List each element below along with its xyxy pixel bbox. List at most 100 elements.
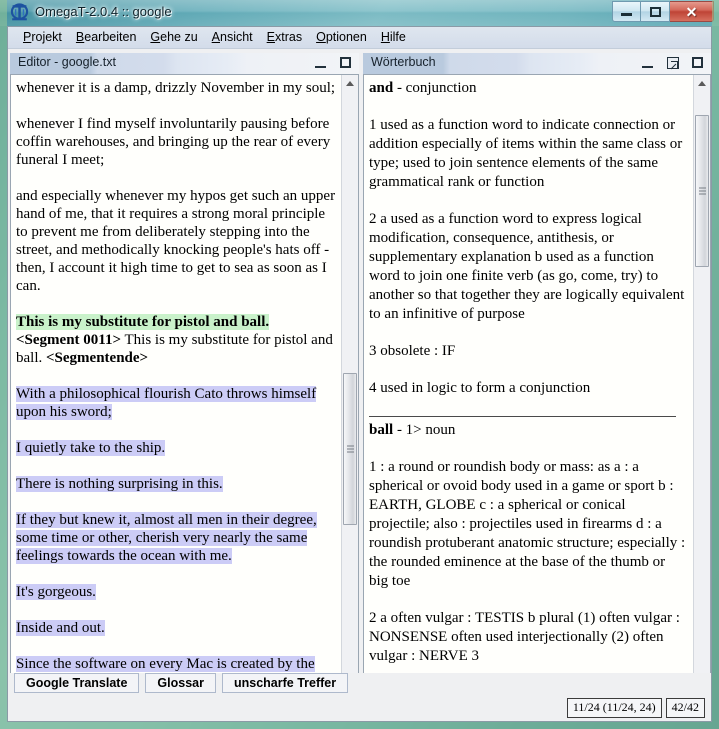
editor-textview[interactable]: whenever it is a damp, drizzly November … [11,75,341,694]
dictionary-vertical-scrollbar[interactable] [693,75,710,694]
translated-segment: Inside and out. [16,620,105,636]
dictionary-headword: ball [369,422,394,438]
editor-textview-container: whenever it is a damp, drizzly November … [10,74,359,695]
menu-hilfe[interactable]: Hilfe [374,29,413,46]
translated-segment: There is nothing surprising in this. [16,476,223,492]
editor-vertical-scrollbar[interactable] [341,75,358,694]
editor-segment[interactable]: and especially whenever my hypos get suc… [16,187,336,295]
translated-segment: Since the software on every Mac is creat… [16,656,315,672]
status-progress-counter: 42/42 [665,698,705,718]
omegat-main-window: OmegaT-2.0.4 :: google ✕ Projekt Bearbei… [0,0,719,729]
editor-segment[interactable]: If they but knew it, almost all men in t… [16,511,336,565]
source-text: whenever I find myself involuntarily pau… [16,116,331,168]
editor-segment[interactable]: This is my substitute for pistol and bal… [16,313,336,331]
menu-ansicht[interactable]: Ansicht [205,29,260,46]
close-button[interactable]: ✕ [670,1,714,22]
dictionary-sense-line: 2 a often vulgar : TESTIS b plural (1) o… [369,610,680,664]
editor-segment[interactable]: <Segment 0011> This is my substitute for… [16,331,336,367]
dictionary-textview[interactable]: and - conjunction 1 used as a function wo… [364,75,693,694]
minimize-icon [642,65,653,68]
menu-projekt-label: rojekt [31,30,62,44]
minimize-icon [315,65,326,68]
dictionary-minimize-button[interactable] [640,55,655,70]
dictionary-sense-line: 3 obsolete : IF [369,343,456,359]
maximize-button[interactable] [641,1,670,22]
status-segment-counter: 11/24 (11/24, 24) [566,698,662,718]
grip-icon [699,187,706,195]
editor-segment[interactable]: Inside and out. [16,619,336,637]
segment-end-marker: <Segmentende> [46,350,149,366]
dictionary-restore-button[interactable] [665,55,680,70]
translated-segment: If they but knew it, almost all men in t… [16,512,317,564]
menu-optionen[interactable]: Optionen [309,29,374,46]
maximize-icon [649,6,661,17]
dictionary-headword: and [369,80,394,96]
menu-gehezu-label: ehe zu [160,30,198,44]
dictionary-entry-separator [369,416,676,417]
maximize-icon [692,57,703,68]
tab-unscharfe-treffer[interactable]: unscharfe Treffer [221,673,349,693]
editor-pane-buttons [313,55,353,70]
minimize-button[interactable] [612,1,641,22]
omegat-logo-icon [10,3,29,22]
dictionary-part-of-speech: - 1> noun [393,422,456,438]
chevron-up-icon [346,81,354,86]
source-text: and especially whenever my hypos get suc… [16,188,336,294]
editor-segment[interactable]: I quietly take to the ship. [16,439,336,457]
dictionary-sense-line: 1 : a round or roundish body or mass: as… [369,459,686,589]
menubar: Projekt Bearbeiten Gehe zu Ansicht Extra… [8,27,711,49]
dictionary-pane-titlebar[interactable]: Wörterbuch [361,53,711,75]
translated-segment: With a philosophical flourish Cato throw… [16,386,317,420]
restore-icon [666,56,679,69]
dictionary-sense-line: 2 a used as a function word to express l… [369,211,685,322]
window-titlebar[interactable]: OmegaT-2.0.4 :: google ✕ [0,0,719,26]
editor-segment[interactable]: Since the software on every Mac is creat… [16,655,336,673]
tab-google-translate[interactable]: Google Translate [14,673,140,693]
dictionary-headword-line: and - conjunction [369,79,688,98]
editor-segment[interactable]: With a philosophical flourish Cato throw… [16,385,336,421]
menu-gehezu[interactable]: Gehe zu [143,29,204,46]
menu-projekt[interactable]: Projekt [16,29,69,46]
editor-segment[interactable]: It's gorgeous. [16,583,336,601]
dictionary-sense-line: 4 used in logic to form a conjunction [369,380,591,396]
menu-bearbeiten-label: earbeiten [84,30,137,44]
segment-start-marker: <Segment 0011> [16,332,122,348]
active-source-segment: This is my substitute for pistol and bal… [16,314,270,330]
editor-scroll-up-button[interactable] [342,75,358,92]
editor-pane-title: Editor - google.txt [18,55,116,69]
dictionary-scroll-thumb[interactable] [695,115,709,267]
editor-minimize-button[interactable] [313,55,328,70]
split-panes: Editor - google.txt whenever it is a dam… [8,49,711,697]
editor-segment[interactable]: There is nothing surprising in this. [16,475,336,493]
dictionary-pane-buttons [640,55,705,70]
chevron-up-icon [698,81,706,86]
menu-extras[interactable]: Extras [260,29,309,46]
editor-segment[interactable]: whenever I find myself involuntarily pau… [16,115,336,169]
dictionary-textview-container: and - conjunction 1 used as a function wo… [363,74,711,695]
window-title: OmegaT-2.0.4 :: google [35,4,172,19]
window-controls: ✕ [612,1,714,22]
editor-pane: Editor - google.txt whenever it is a dam… [8,49,361,697]
dictionary-maximize-button[interactable] [690,55,705,70]
menu-hilfe-label: ilfe [389,30,406,44]
dictionary-part-of-speech: - conjunction [393,80,477,96]
menu-ansicht-label: nsicht [220,30,253,44]
editor-maximize-button[interactable] [338,55,353,70]
source-text: whenever it is a damp, drizzly November … [16,80,336,96]
minimize-icon [621,13,632,16]
menu-optionen-label: ptionen [325,30,367,44]
dictionary-scroll-up-button[interactable] [694,75,710,92]
menu-bearbeiten[interactable]: Bearbeiten [69,29,143,46]
editor-segment[interactable]: whenever it is a damp, drizzly November … [16,79,336,97]
editor-scroll-thumb[interactable] [343,373,357,525]
editor-pane-titlebar[interactable]: Editor - google.txt [8,53,361,75]
dictionary-pane-title: Wörterbuch [371,55,436,69]
translated-segment: It's gorgeous. [16,584,96,600]
tab-glossar[interactable]: Glossar [145,673,216,693]
window-client-area: Projekt Bearbeiten Gehe zu Ansicht Extra… [7,26,712,722]
bottom-tabbar: Google Translate Glossar unscharfe Treff… [8,673,711,695]
dictionary-pane: Wörterbuch and - conjunction 1 used as a … [361,49,711,697]
maximize-icon [340,57,351,68]
menu-extras-label: xtras [275,30,303,44]
close-icon: ✕ [685,3,698,20]
